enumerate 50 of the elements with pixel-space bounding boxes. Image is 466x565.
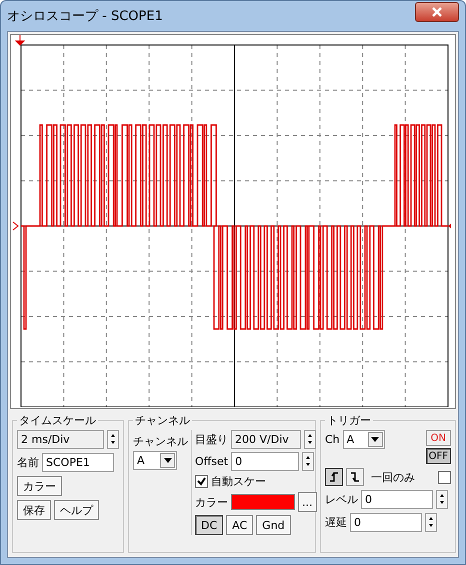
spinner-control[interactable] <box>436 490 448 509</box>
time-scale-field[interactable]: 2 ms/Div <box>17 430 104 449</box>
color-button[interactable]: カラー <box>17 476 62 496</box>
scale-field[interactable]: 200 V/Div <box>231 430 301 449</box>
once-checkbox[interactable] <box>438 470 451 484</box>
field-label: Offset <box>195 455 228 468</box>
check-icon <box>197 477 206 486</box>
browse-button[interactable]: ... <box>298 492 316 512</box>
dropdown-button[interactable] <box>160 453 175 468</box>
close-button[interactable] <box>415 2 459 22</box>
ground-marker-icon <box>12 222 19 230</box>
dropdown-field[interactable]: A <box>342 430 385 449</box>
spinner-control[interactable] <box>425 513 437 532</box>
group-label: タイムスケール <box>18 413 97 428</box>
checkbox-label: 一回のみ <box>371 470 415 484</box>
edge-button[interactable] <box>346 468 364 486</box>
field-label: 名前 <box>17 455 39 470</box>
spinner-control[interactable] <box>107 430 119 449</box>
field-label: レベル <box>325 492 358 507</box>
close-icon <box>432 7 442 17</box>
spinner-control[interactable] <box>302 452 314 471</box>
save-button[interactable]: 保存 <box>17 500 51 520</box>
spinner-control[interactable] <box>304 430 316 449</box>
caret-icon <box>371 437 380 442</box>
name-field[interactable]: SCOPE1 <box>42 453 114 472</box>
field-label: 遅延 <box>325 515 347 530</box>
coupling-button[interactable]: AC <box>226 515 254 535</box>
color-swatch[interactable] <box>231 494 295 510</box>
checkbox-label: 自動スケー <box>211 474 266 489</box>
group-label: チャンネル <box>134 413 191 428</box>
window-title: オシロスコープ - SCOPE1 <box>7 8 163 25</box>
caret-icon <box>164 458 172 463</box>
help-button[interactable]: ヘルプ <box>54 500 99 520</box>
trigger-position-icon[interactable] <box>16 35 26 46</box>
group-label: トリガー <box>326 413 372 428</box>
trigger-toggle-button[interactable]: ON <box>426 430 451 446</box>
level-field[interactable]: 0 <box>361 490 433 509</box>
field-label: カラー <box>195 494 228 510</box>
field-label: 目盛り <box>195 432 228 447</box>
offset-field[interactable]: 0 <box>231 452 300 471</box>
auto-scale-checkbox[interactable] <box>195 475 208 488</box>
field-label: チャンネル <box>133 434 188 449</box>
edge-button[interactable] <box>325 468 343 486</box>
coupling-button[interactable]: DC <box>195 515 224 535</box>
field-label: Ch <box>325 433 340 446</box>
dropdown-field[interactable]: A <box>133 451 177 470</box>
dropdown-button[interactable] <box>368 432 383 447</box>
trigger-toggle-button[interactable]: OFF <box>426 448 451 464</box>
delay-field[interactable]: 0 <box>350 513 422 532</box>
coupling-button[interactable]: Gnd <box>256 515 291 535</box>
